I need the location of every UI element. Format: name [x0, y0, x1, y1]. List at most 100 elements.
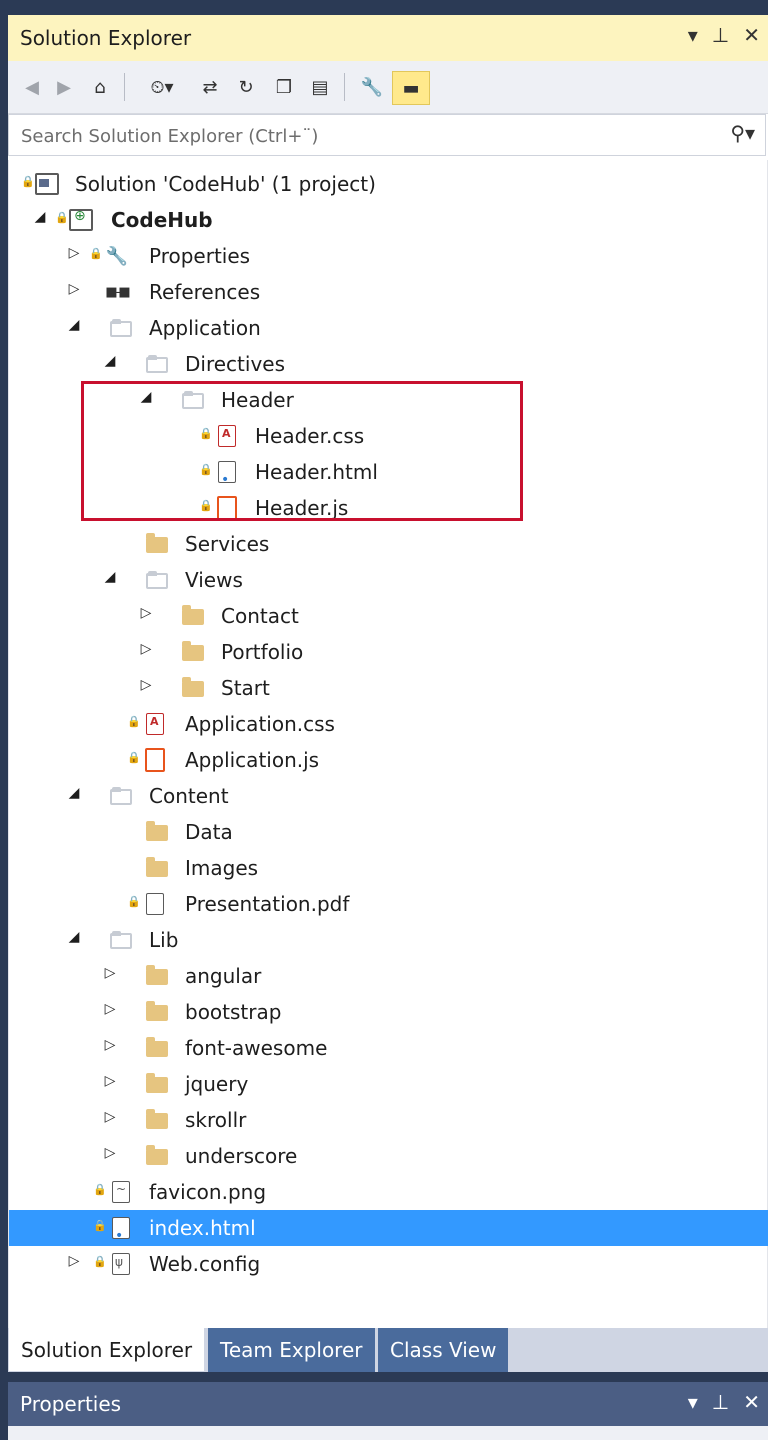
- sync-icon[interactable]: ⇄: [196, 73, 224, 101]
- tree-item-label: font-awesome: [185, 1036, 328, 1060]
- dropdown-icon[interactable]: ▾: [688, 1390, 698, 1414]
- tree-item-label: Data: [185, 820, 233, 844]
- collapse-arrow-icon[interactable]: ▷: [139, 641, 153, 657]
- collapse-arrow-icon[interactable]: ▷: [103, 1001, 117, 1017]
- tree-item-folder[interactable]: ◢ Views: [9, 562, 768, 598]
- tree-item-folder[interactable]: ◢ Application: [9, 310, 768, 346]
- tree-item-folder[interactable]: ▷ bootstrap: [9, 994, 768, 1030]
- tree-item-solution[interactable]: 🔒 Solution 'CodeHub' (1 project): [9, 166, 768, 202]
- tab-class-view[interactable]: Class View: [378, 1328, 509, 1372]
- properties-controls: ▾ ⊥ ✕: [688, 1390, 760, 1414]
- properties-wrench-icon[interactable]: 🔧: [358, 73, 386, 101]
- search-icon[interactable]: ⚲▾: [730, 121, 755, 145]
- tree-item-label: bootstrap: [185, 1000, 282, 1024]
- tree-item-file[interactable]: 🔒 Header.html: [9, 454, 768, 490]
- tree-item-file[interactable]: ▷ 🔒 Web.config: [9, 1246, 768, 1282]
- tree-item-folder[interactable]: ▷ Start: [9, 670, 768, 706]
- tree-item-folder[interactable]: ▷ Contact: [9, 598, 768, 634]
- lock-icon: 🔒: [127, 751, 141, 764]
- collapse-arrow-icon[interactable]: ▷: [139, 677, 153, 693]
- collapse-arrow-icon[interactable]: ▷: [67, 1253, 81, 1269]
- collapse-arrow-icon[interactable]: ▷: [103, 965, 117, 981]
- lock-icon: 🔒: [89, 247, 103, 260]
- collapse-arrow-icon[interactable]: ▷: [67, 281, 81, 297]
- expand-arrow-icon[interactable]: ◢: [67, 317, 81, 333]
- close-icon[interactable]: ✕: [743, 23, 760, 47]
- tree-item-folder[interactable]: ▷ angular: [9, 958, 768, 994]
- collapse-arrow-icon[interactable]: ▷: [103, 1109, 117, 1125]
- tree-item-label: Images: [185, 856, 259, 880]
- tree-item-folder[interactable]: Data: [9, 814, 768, 850]
- js-file-icon: [143, 748, 167, 772]
- tree-item-label: Header.css: [255, 424, 365, 448]
- expand-arrow-icon[interactable]: ◢: [33, 209, 47, 225]
- pin-icon[interactable]: ⊥: [712, 23, 729, 47]
- expand-arrow-icon[interactable]: ◢: [67, 929, 81, 945]
- folder-icon: [145, 820, 169, 844]
- tree-item-properties[interactable]: ▷ 🔒 🔧 Properties: [9, 238, 768, 274]
- collapse-arrow-icon[interactable]: ▷: [103, 1073, 117, 1089]
- tree-item-label: References: [149, 280, 261, 304]
- tree-item-folder[interactable]: ▷ underscore: [9, 1138, 768, 1174]
- back-icon[interactable]: ◀: [20, 73, 44, 101]
- tree-item-file[interactable]: 🔒 Application.js: [9, 742, 768, 778]
- pin-icon[interactable]: ⊥: [712, 1390, 729, 1414]
- tree-item-file[interactable]: 🔒 Presentation.pdf: [9, 886, 768, 922]
- folder-icon: [145, 964, 169, 988]
- show-all-files-icon[interactable]: ▤: [306, 73, 334, 101]
- folder-icon: [181, 676, 205, 700]
- folder-icon: [181, 640, 205, 664]
- tree-item-file[interactable]: 🔒 Application.css: [9, 706, 768, 742]
- collapse-arrow-icon[interactable]: ▷: [67, 245, 81, 261]
- expand-arrow-icon[interactable]: ◢: [67, 785, 81, 801]
- collapse-arrow-icon[interactable]: ▷: [139, 605, 153, 621]
- tree-item-file[interactable]: 🔒 Header.css: [9, 418, 768, 454]
- tree-item-folder[interactable]: ◢ Directives: [9, 346, 768, 382]
- tree-item-label: jquery: [185, 1072, 249, 1096]
- tree-item-folder[interactable]: ▷ font-awesome: [9, 1030, 768, 1066]
- home-icon[interactable]: ⌂: [86, 73, 114, 101]
- tree-item-label: Web.config: [149, 1252, 261, 1276]
- refresh-icon[interactable]: ↻: [232, 73, 260, 101]
- expand-arrow-icon[interactable]: ◢: [103, 569, 117, 585]
- tree-item-label: Header.js: [255, 496, 349, 520]
- preview-icon[interactable]: ▬: [392, 71, 430, 105]
- css-file-icon: [215, 424, 239, 448]
- tree-item-folder[interactable]: Images: [9, 850, 768, 886]
- collapse-arrow-icon[interactable]: ▷: [103, 1037, 117, 1053]
- tab-solution-explorer[interactable]: Solution Explorer: [8, 1328, 206, 1372]
- collapse-arrow-icon[interactable]: ▷: [103, 1145, 117, 1161]
- tree-item-folder[interactable]: ◢ Lib: [9, 922, 768, 958]
- tree-item-folder[interactable]: ◢ Content: [9, 778, 768, 814]
- collapse-all-icon[interactable]: ❐: [270, 73, 298, 101]
- tree-item-file[interactable]: 🔒 Header.js: [9, 490, 768, 526]
- tree-item-label: Services: [185, 532, 270, 556]
- pending-changes-icon[interactable]: ⏲▾: [138, 73, 186, 101]
- tree-item-folder[interactable]: ▷ skrollr: [9, 1102, 768, 1138]
- tree-item-references[interactable]: ▷ ■-■ References: [9, 274, 768, 310]
- expand-arrow-icon[interactable]: ◢: [139, 389, 153, 405]
- expand-arrow-icon[interactable]: ◢: [103, 353, 117, 369]
- folder-icon: [145, 1000, 169, 1024]
- js-file-icon: [215, 496, 239, 520]
- tree-item-project[interactable]: ◢ 🔒 CodeHub: [9, 202, 768, 238]
- tree-item-folder[interactable]: Services: [9, 526, 768, 562]
- folder-open-icon: [109, 316, 133, 340]
- properties-titlebar: Properties ▾ ⊥ ✕: [8, 1382, 768, 1426]
- tree-item-folder[interactable]: ◢ Header: [9, 382, 768, 418]
- tree-item-folder[interactable]: ▷ Portfolio: [9, 634, 768, 670]
- search-input[interactable]: [19, 121, 703, 151]
- folder-icon: [145, 1108, 169, 1132]
- tree-item-file[interactable]: 🔒 favicon.png: [9, 1174, 768, 1210]
- lock-icon: 🔒: [55, 211, 69, 224]
- forward-icon[interactable]: ▶: [52, 73, 76, 101]
- file-icon: [143, 892, 167, 916]
- folder-icon: [145, 532, 169, 556]
- html-file-icon: [215, 460, 239, 488]
- tree-item-file-selected[interactable]: 🔒 index.html: [9, 1210, 768, 1246]
- tab-team-explorer[interactable]: Team Explorer: [208, 1328, 375, 1372]
- tree-item-folder[interactable]: ▷ jquery: [9, 1066, 768, 1102]
- close-icon[interactable]: ✕: [743, 1390, 760, 1414]
- image-file-icon: [109, 1180, 133, 1204]
- dropdown-icon[interactable]: ▾: [688, 23, 698, 47]
